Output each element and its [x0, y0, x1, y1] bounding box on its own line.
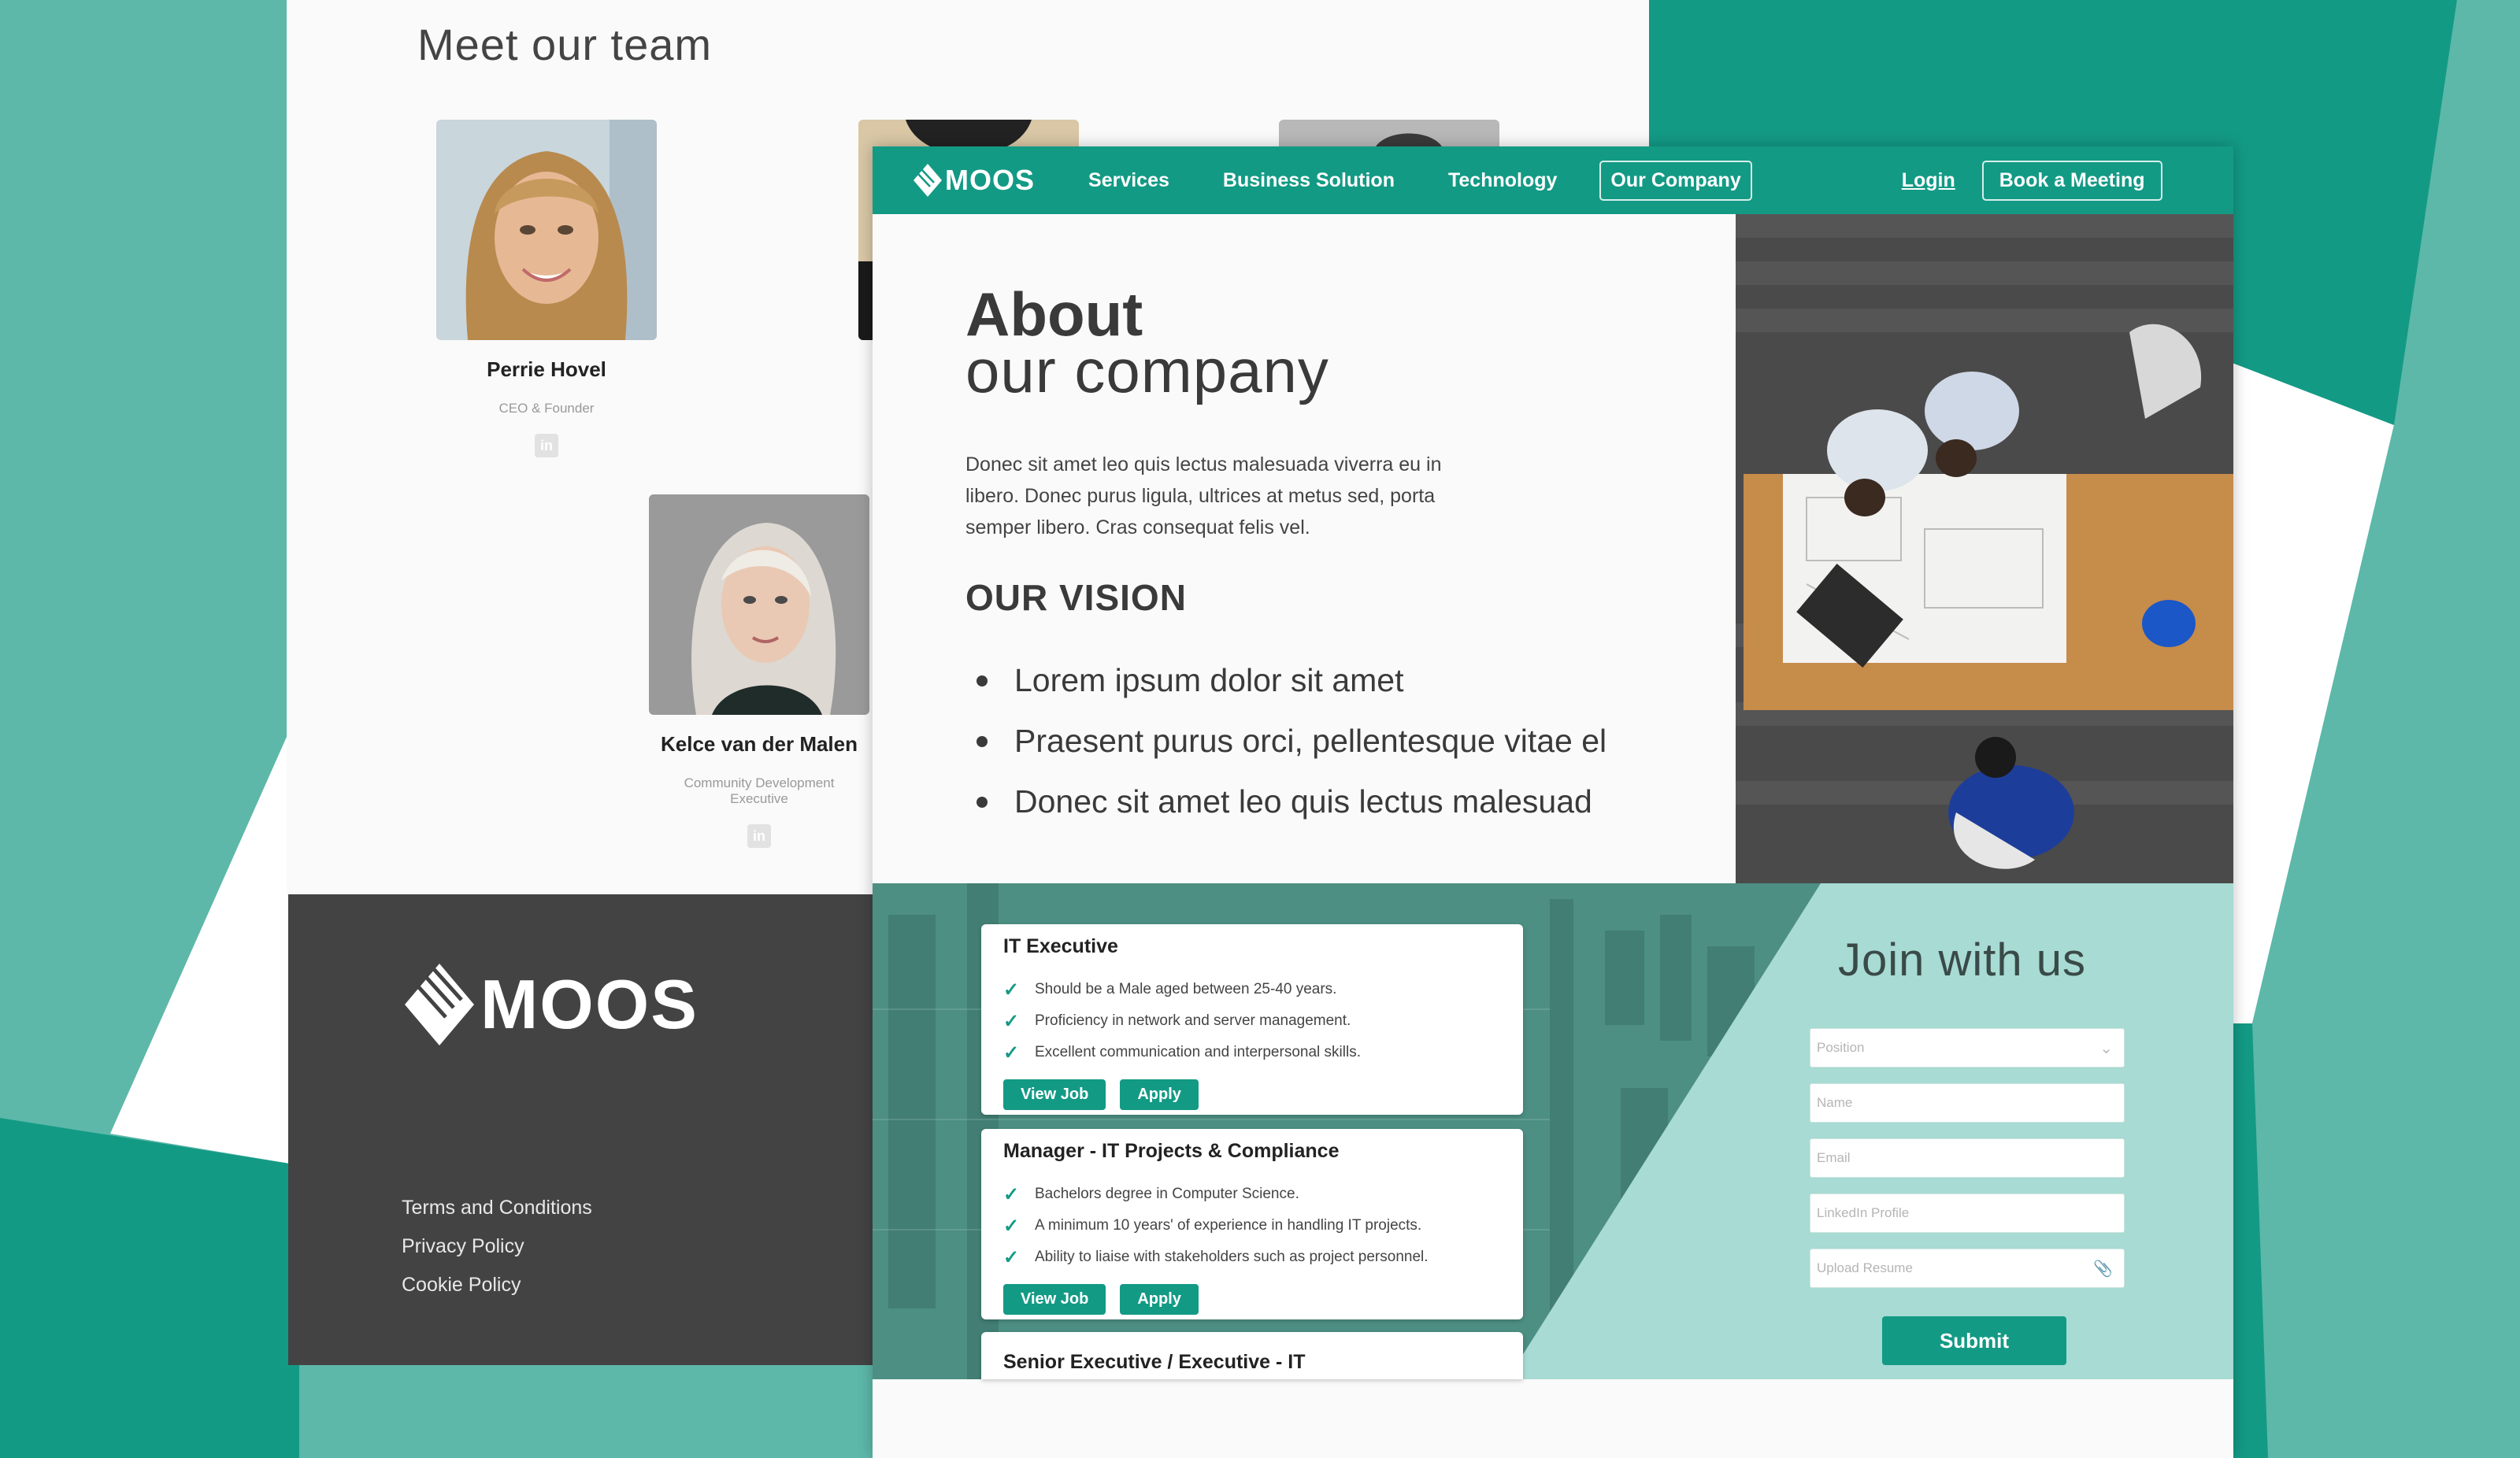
about-page: MOOS Services Business Solution Technolo… — [873, 146, 2233, 1458]
bullet-icon — [976, 735, 988, 747]
apply-button[interactable]: Apply — [1120, 1079, 1199, 1110]
member-role-line: Executive — [730, 791, 788, 806]
linkedin-icon[interactable]: in — [747, 824, 771, 848]
footer: MOOS Terms and Conditions Privacy Policy… — [288, 894, 874, 1365]
linkedin-placeholder: LinkedIn Profile — [1817, 1205, 1910, 1220]
job-requirement: ✓ Excellent communication and interperso… — [1003, 1037, 1501, 1068]
bullet-icon — [976, 675, 988, 686]
nav-logo-text: MOOS — [945, 164, 1036, 196]
nav-item-our-company[interactable]: Our Company — [1599, 160, 1752, 201]
vision-item-text: Lorem ipsum dolor sit amet — [1014, 662, 1404, 698]
team-title: Meet our team — [417, 20, 713, 69]
submit-button[interactable]: Submit — [1882, 1316, 2066, 1365]
job-title: IT Executive — [1003, 935, 1118, 957]
check-icon: ✓ — [1003, 979, 1020, 1001]
check-icon: ✓ — [1003, 1010, 1020, 1032]
resume-placeholder: Upload Resume — [1817, 1260, 1913, 1275]
team-member-card: Perrie Hovel CEO & Founder in — [436, 120, 657, 457]
footer-link-terms[interactable]: Terms and Conditions — [402, 1197, 592, 1219]
job-requirement-text: Ability to liaise with stakeholders such… — [1035, 1249, 1429, 1265]
upload-resume-input[interactable]: Upload Resume 📎 — [1810, 1249, 2125, 1288]
vision-item: Lorem ipsum dolor sit amet — [976, 650, 1606, 711]
job-requirement: ✓ Bachelors degree in Computer Science. — [1003, 1179, 1501, 1210]
vision-item: Praesent purus orci, pellentesque vitae … — [976, 711, 1606, 772]
vision-title: OUR VISION — [965, 577, 1187, 618]
view-job-button[interactable]: View Job — [1003, 1284, 1106, 1315]
login-link[interactable]: Login — [1902, 169, 1955, 192]
job-requirement-text: Proficiency in network and server manage… — [1035, 1012, 1351, 1029]
linkedin-profile-input[interactable]: LinkedIn Profile — [1810, 1193, 2125, 1233]
check-icon: ✓ — [1003, 1246, 1020, 1268]
job-card: IT Executive ✓ Should be a Male aged bet… — [981, 924, 1523, 1115]
member-name: Kelce van der Malen — [661, 732, 858, 756]
moos-diamond-icon — [405, 964, 474, 1045]
job-requirement: ✓ Should be a Male aged between 25-40 ye… — [1003, 974, 1501, 1005]
paperclip-icon: 📎 — [2093, 1260, 2113, 1278]
email-input[interactable]: Email — [1810, 1138, 2125, 1178]
check-icon: ✓ — [1003, 1183, 1020, 1205]
nav-item-services[interactable]: Services — [1088, 169, 1169, 192]
about-description: Donec sit amet leo quis lectus malesuada… — [965, 453, 1442, 538]
name-placeholder: Name — [1817, 1095, 1853, 1110]
job-requirement: ✓ Proficiency in network and server mana… — [1003, 1005, 1501, 1037]
job-card: Senior Executive / Executive - IT — [981, 1332, 1523, 1379]
position-placeholder: Position — [1817, 1040, 1865, 1055]
footer-links: Terms and Conditions Privacy Policy Cook… — [402, 1197, 592, 1312]
bullet-icon — [976, 796, 988, 808]
name-input[interactable]: Name — [1810, 1083, 2125, 1123]
nav-item-business-solution[interactable]: Business Solution — [1223, 169, 1395, 192]
footer-link-privacy[interactable]: Privacy Policy — [402, 1235, 592, 1258]
job-requirement-text: A minimum 10 years' of experience in han… — [1035, 1217, 1422, 1234]
member-photo — [436, 120, 657, 340]
member-role: CEO & Founder — [498, 401, 595, 416]
linkedin-icon[interactable]: in — [535, 434, 558, 457]
book-meeting-button[interactable]: Book a Meeting — [1981, 160, 2162, 201]
check-icon: ✓ — [1003, 1042, 1020, 1064]
member-role: Community Development Executive — [633, 775, 885, 807]
job-requirement-text: Excellent communication and interpersona… — [1035, 1044, 1361, 1060]
apply-button[interactable]: Apply — [1120, 1284, 1199, 1315]
moos-diamond-icon — [914, 164, 942, 197]
vision-list: Lorem ipsum dolor sit amet Praesent puru… — [976, 650, 1606, 832]
member-photo — [649, 494, 869, 715]
position-select[interactable]: Position ⌄ — [1810, 1028, 2125, 1068]
about-subtitle: our company — [965, 336, 1329, 405]
email-placeholder: Email — [1817, 1150, 1851, 1165]
chevron-down-icon: ⌄ — [2099, 1040, 2113, 1057]
job-requirement-text: Should be a Male aged between 25-40 year… — [1035, 981, 1337, 997]
vision-item-text: Praesent purus orci, pellentesque vitae … — [1014, 723, 1607, 759]
member-name: Perrie Hovel — [487, 357, 606, 381]
office-meeting-photo — [1736, 214, 2233, 883]
job-requirement: ✓ A minimum 10 years' of experience in h… — [1003, 1210, 1501, 1242]
nav-logo[interactable]: MOOS — [912, 162, 1035, 198]
check-icon: ✓ — [1003, 1215, 1020, 1237]
vision-item: Donec sit amet leo quis lectus malesuad — [976, 772, 1606, 832]
job-title: Senior Executive / Executive - IT — [1003, 1351, 1306, 1373]
footer-link-cookie[interactable]: Cookie Policy — [402, 1274, 592, 1297]
job-actions: View Job Apply — [1003, 1284, 1501, 1315]
vision-item-text: Donec sit amet leo quis lectus malesuad — [1014, 783, 1592, 820]
join-title: Join with us — [1838, 934, 2087, 986]
nav-item-technology[interactable]: Technology — [1448, 169, 1557, 192]
job-title: Manager - IT Projects & Compliance — [1003, 1140, 1340, 1162]
team-member-card: Kelce van der Malen Community Developmen… — [633, 494, 885, 848]
job-requirement-text: Bachelors degree in Computer Science. — [1035, 1186, 1299, 1202]
view-job-button[interactable]: View Job — [1003, 1079, 1106, 1110]
job-requirement: ✓ Ability to liaise with stakeholders su… — [1003, 1242, 1501, 1273]
member-role-line: Community Development — [684, 775, 835, 790]
job-actions: View Job Apply — [1003, 1079, 1501, 1110]
footer-logo[interactable]: MOOS — [402, 960, 699, 1049]
footer-logo-text: MOOS — [480, 965, 699, 1043]
job-card: Manager - IT Projects & Compliance ✓ Bac… — [981, 1129, 1523, 1319]
navbar: MOOS Services Business Solution Technolo… — [873, 146, 2233, 214]
